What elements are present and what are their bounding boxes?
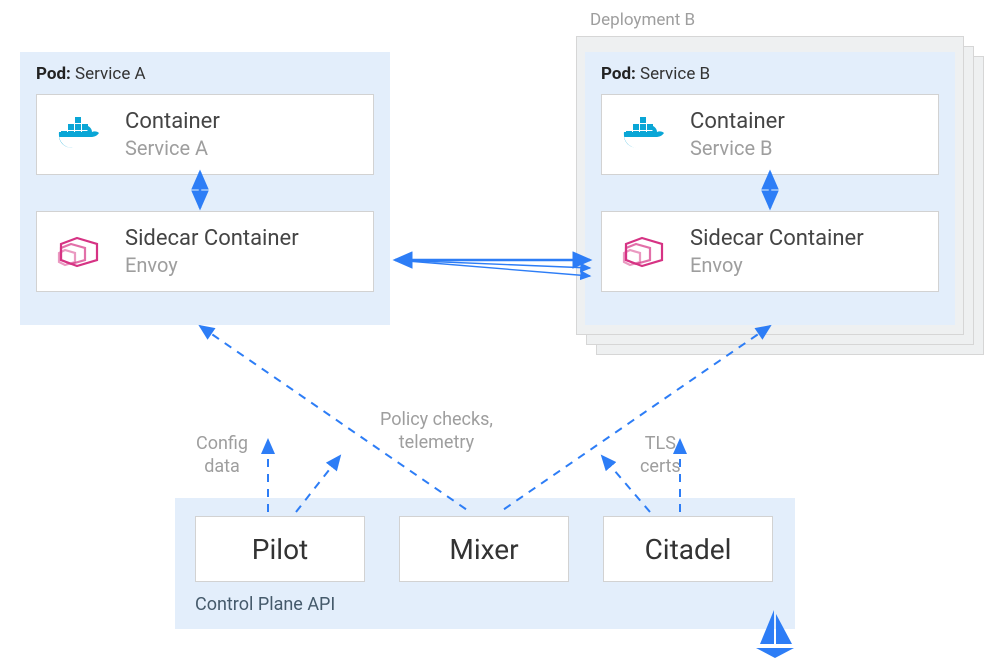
control-plane: Pilot Mixer Citadel Control Plane API [175,498,795,629]
pod-a-container: Container Service A [36,94,374,175]
pod-b: Pod: Service B Container Service B [585,52,955,325]
pod-b-title-prefix: Pod: [601,64,636,84]
annotation-config: Config data [196,432,248,479]
pod-b-container-title: Container [690,109,785,134]
pod-b-container: Container Service B [601,94,939,175]
pilot-card: Pilot [195,516,365,582]
control-plane-label: Control Plane API [195,594,775,615]
pod-a-sidecar: Sidecar Container Envoy [36,211,374,292]
pod-a-title: Pod: Service A [36,64,374,84]
pod-a-title-name: Service A [75,64,146,84]
deployment-label: Deployment B [590,10,695,30]
pod-b-sidecar-sub: Envoy [690,253,864,277]
envoy-icon [620,230,668,274]
pod-b-title: Pod: Service B [601,64,939,84]
envoy-icon [55,230,103,274]
pod-b-container-sub: Service B [690,136,785,160]
pod-b-sidecar-title: Sidecar Container [690,226,864,251]
annotation-policy: Policy checks, telemetry [380,408,493,455]
istio-logo-icon [752,608,798,658]
pod-a: Pod: Service A Container Service A [20,52,390,325]
docker-icon [55,113,103,157]
pod-a-title-prefix: Pod: [36,64,71,84]
pod-a-container-sub: Service A [125,136,220,160]
pod-a-container-title: Container [125,109,220,134]
pod-b-title-name: Service B [640,64,710,84]
citadel-card: Citadel [603,516,773,582]
pod-a-sidecar-sub: Envoy [125,253,299,277]
pod-b-sidecar: Sidecar Container Envoy [601,211,939,292]
docker-icon [620,113,668,157]
mixer-card: Mixer [399,516,569,582]
annotation-tls: TLS certs [640,432,681,479]
pod-a-sidecar-title: Sidecar Container [125,226,299,251]
